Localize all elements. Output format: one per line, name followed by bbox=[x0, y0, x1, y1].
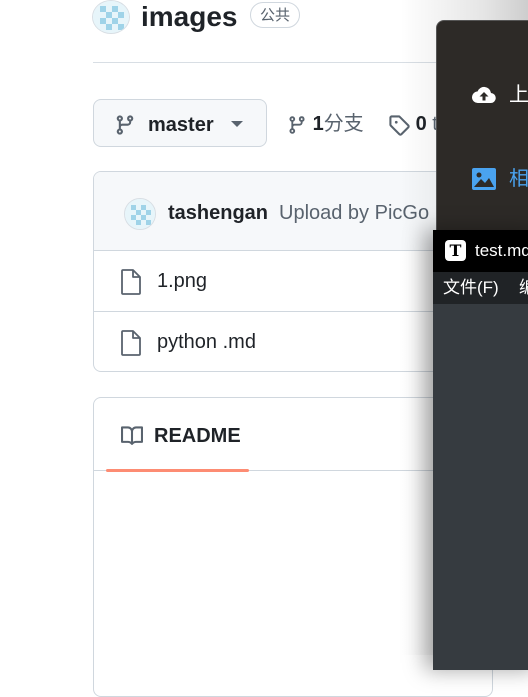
branch-name: master bbox=[148, 114, 214, 136]
branch-count: 1 bbox=[312, 113, 324, 135]
git-branch-icon bbox=[116, 115, 134, 135]
menu-file[interactable]: 文件(F) bbox=[443, 278, 499, 298]
file-name[interactable]: python .md bbox=[157, 330, 256, 354]
tab-readme[interactable]: README bbox=[106, 398, 249, 472]
readme-tab-label: README bbox=[154, 425, 241, 447]
repo-owner-avatar[interactable] bbox=[92, 0, 130, 34]
branch-select-button[interactable]: master bbox=[93, 99, 267, 147]
book-icon bbox=[121, 426, 144, 445]
git-branch-icon bbox=[289, 115, 305, 134]
typora-logo-icon: T bbox=[445, 240, 466, 261]
file-icon bbox=[121, 269, 141, 295]
window-title: test.md bbox=[475, 241, 528, 260]
chevron-down-icon bbox=[231, 121, 243, 127]
upload-context-menu: 上 相 bbox=[436, 20, 528, 235]
avatar[interactable] bbox=[124, 198, 156, 230]
active-tab-indicator bbox=[106, 469, 249, 472]
visibility-badge: 公共 bbox=[250, 2, 301, 28]
image-icon bbox=[472, 168, 496, 190]
repo-name[interactable]: images bbox=[141, 0, 238, 34]
menu-edit[interactable]: 编 bbox=[519, 278, 528, 298]
menu-item-upload[interactable]: 上 bbox=[509, 83, 528, 107]
header-divider bbox=[93, 62, 453, 63]
window-titlebar[interactable]: T test.md bbox=[433, 230, 528, 272]
menu-item-gallery[interactable]: 相 bbox=[509, 167, 528, 191]
cloud-upload-icon bbox=[472, 86, 496, 104]
branches-link[interactable]: 1分支 bbox=[287, 110, 364, 138]
commit-author[interactable]: tashengan bbox=[168, 201, 268, 225]
branch-count-label: 分支 bbox=[323, 113, 364, 135]
menu-bar: 文件(F) 编 bbox=[433, 272, 528, 304]
file-icon bbox=[121, 330, 141, 356]
file-name[interactable]: 1.png bbox=[157, 269, 207, 293]
typora-window: T test.md 文件(F) 编 bbox=[433, 230, 528, 670]
